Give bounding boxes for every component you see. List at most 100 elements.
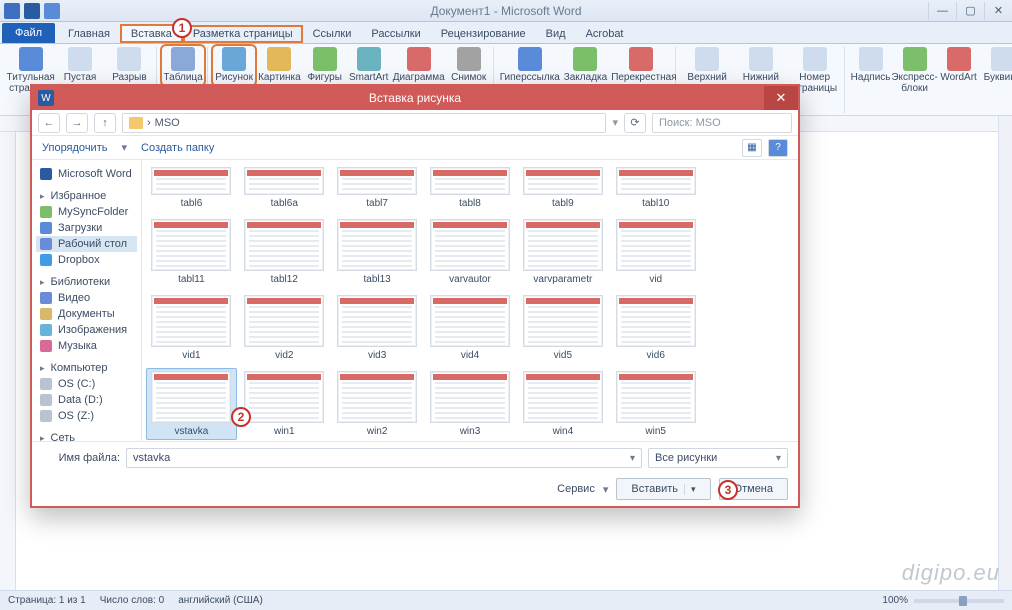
- tab-layout[interactable]: Разметка страницы: [183, 25, 303, 43]
- textbox-button[interactable]: Надпись: [851, 47, 891, 84]
- organize-menu[interactable]: Упорядочить: [42, 142, 107, 154]
- sidebar-dropbox[interactable]: Dropbox: [36, 252, 137, 268]
- file-item[interactable]: win1: [239, 368, 330, 440]
- file-name: vid4: [461, 350, 479, 361]
- file-item[interactable]: vid4: [425, 292, 516, 364]
- dialog-title-bar[interactable]: W Вставка рисунка ✕: [32, 86, 798, 110]
- help-button[interactable]: ?: [768, 139, 788, 157]
- file-item[interactable]: vid: [610, 216, 701, 288]
- shapes-button[interactable]: Фигуры: [305, 47, 345, 84]
- app-icon[interactable]: [4, 3, 20, 19]
- status-lang[interactable]: английский (США): [178, 595, 263, 606]
- file-name: tabl13: [364, 274, 391, 285]
- sidebar-music[interactable]: Музыка: [36, 338, 137, 354]
- status-page[interactable]: Страница: 1 из 1: [8, 595, 86, 606]
- file-item[interactable]: win4: [517, 368, 608, 440]
- maximize-button[interactable]: ▢: [956, 2, 984, 20]
- sidebar-drive-z[interactable]: OS (Z:): [36, 408, 137, 424]
- picture-button[interactable]: Рисунок: [214, 47, 254, 84]
- file-item[interactable]: vid2: [239, 292, 330, 364]
- file-item[interactable]: tabl9: [517, 164, 608, 212]
- chart-button[interactable]: Диаграмма: [393, 47, 445, 84]
- sidebar-mysync[interactable]: MySyncFolder: [36, 204, 137, 220]
- file-item[interactable]: win5: [610, 368, 701, 440]
- sidebar-favorites[interactable]: Избранное: [36, 188, 137, 204]
- tab-mailings[interactable]: Рассылки: [361, 25, 430, 43]
- tab-review[interactable]: Рецензирование: [431, 25, 536, 43]
- zoom-slider[interactable]: [914, 599, 1004, 603]
- close-window-button[interactable]: ✕: [984, 2, 1012, 20]
- tab-acrobat[interactable]: Acrobat: [576, 25, 634, 43]
- file-item[interactable]: tabl6: [146, 164, 237, 212]
- file-item[interactable]: tabl13: [332, 216, 423, 288]
- undo-button[interactable]: [44, 3, 60, 19]
- tab-view[interactable]: Вид: [536, 25, 576, 43]
- file-item[interactable]: vid1: [146, 292, 237, 364]
- search-input[interactable]: Поиск: MSO: [652, 113, 792, 133]
- file-item[interactable]: win2: [332, 368, 423, 440]
- hyperlink-button[interactable]: Гиперссылка: [500, 47, 560, 84]
- dialog-toolbar: Упорядочить▾ Создать папку ▦ ?: [32, 136, 798, 160]
- bookmark-button[interactable]: Закладка: [564, 47, 607, 84]
- file-item[interactable]: tabl11: [146, 216, 237, 288]
- filename-input[interactable]: vstavka: [126, 448, 642, 468]
- table-button[interactable]: Таблица: [163, 47, 203, 84]
- ruler-vertical[interactable]: [0, 132, 16, 590]
- sidebar-pictures[interactable]: Изображения: [36, 322, 137, 338]
- insert-button[interactable]: Вставить: [616, 478, 710, 500]
- file-item[interactable]: vstavka: [146, 368, 237, 440]
- clipart-button[interactable]: Картинка: [258, 47, 301, 84]
- file-item[interactable]: varvautor: [425, 216, 516, 288]
- status-words[interactable]: Число слов: 0: [100, 595, 164, 606]
- view-button[interactable]: ▦: [742, 139, 762, 157]
- sidebar-downloads[interactable]: Загрузки: [36, 220, 137, 236]
- save-button[interactable]: [24, 3, 40, 19]
- minimize-button[interactable]: —: [928, 2, 956, 20]
- scrollbar-vertical[interactable]: [998, 116, 1012, 590]
- back-button[interactable]: ←: [38, 113, 60, 133]
- refresh-button[interactable]: ⟳: [624, 113, 646, 133]
- cancel-button[interactable]: Отмена: [719, 478, 788, 500]
- file-item[interactable]: vid5: [517, 292, 608, 364]
- new-folder-button[interactable]: Создать папку: [141, 142, 214, 154]
- up-button[interactable]: ↑: [94, 113, 116, 133]
- insert-picture-dialog: W Вставка рисунка ✕ ← → ↑ › MSO ▾ ⟳ Поис…: [30, 84, 800, 508]
- sidebar-video[interactable]: Видео: [36, 290, 137, 306]
- sidebar-computer[interactable]: Компьютер: [36, 360, 137, 376]
- dropcap-button[interactable]: Буквица: [983, 47, 1012, 84]
- tab-home[interactable]: Главная: [58, 25, 120, 43]
- file-item[interactable]: tabl8: [425, 164, 516, 212]
- sidebar-drive-d[interactable]: Data (D:): [36, 392, 137, 408]
- path-bar[interactable]: › MSO: [122, 113, 606, 133]
- file-item[interactable]: vid6: [610, 292, 701, 364]
- file-item[interactable]: tabl7: [332, 164, 423, 212]
- wordart-button[interactable]: WordArt: [939, 47, 979, 84]
- tab-links[interactable]: Ссылки: [303, 25, 362, 43]
- sidebar-drive-c[interactable]: OS (C:): [36, 376, 137, 392]
- tools-menu[interactable]: Сервис: [557, 483, 595, 495]
- zoom-value[interactable]: 100%: [882, 595, 908, 606]
- smartart-button[interactable]: SmartArt: [349, 47, 389, 84]
- file-item[interactable]: win3: [425, 368, 516, 440]
- file-item[interactable]: vid3: [332, 292, 423, 364]
- file-item[interactable]: tabl6a: [239, 164, 330, 212]
- dialog-close-button[interactable]: ✕: [764, 86, 798, 110]
- file-item[interactable]: varvparametr: [517, 216, 608, 288]
- folder-icon: [129, 117, 143, 129]
- tab-file[interactable]: Файл: [2, 23, 55, 43]
- filter-select[interactable]: Все рисунки: [648, 448, 788, 468]
- sidebar-microsoft-word[interactable]: Microsoft Word: [36, 166, 137, 182]
- file-list[interactable]: tabl6tabl6atabl7tabl8tabl9tabl10tabl11ta…: [142, 160, 798, 441]
- file-item[interactable]: tabl12: [239, 216, 330, 288]
- file-item[interactable]: tabl10: [610, 164, 701, 212]
- tab-insert[interactable]: Вставка: [120, 24, 183, 43]
- forward-button[interactable]: →: [66, 113, 88, 133]
- file-name: varvparametr: [533, 274, 592, 285]
- screenshot-button[interactable]: Снимок: [449, 47, 489, 84]
- sidebar-desktop[interactable]: Рабочий стол: [36, 236, 137, 252]
- quickparts-button[interactable]: Экспресс-блоки: [895, 47, 935, 94]
- sidebar-network[interactable]: Сеть: [36, 430, 137, 441]
- sidebar-libraries[interactable]: Библиотеки: [36, 274, 137, 290]
- path-segment[interactable]: MSO: [155, 117, 180, 129]
- sidebar-documents[interactable]: Документы: [36, 306, 137, 322]
